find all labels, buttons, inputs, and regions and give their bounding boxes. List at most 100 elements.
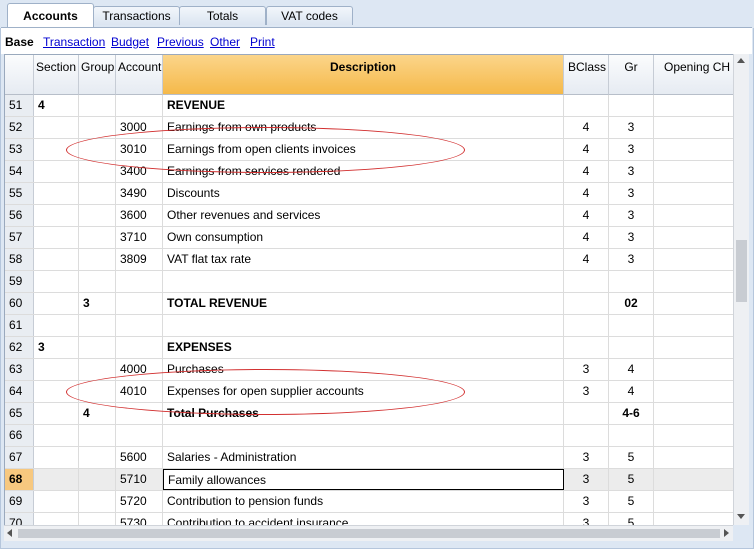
account-cell[interactable]: 5710: [116, 469, 163, 490]
opening-cell[interactable]: [654, 315, 734, 336]
gr-cell[interactable]: 5: [609, 491, 654, 512]
description-cell[interactable]: Family allowances: [163, 469, 564, 490]
bclass-cell[interactable]: 3: [564, 469, 609, 490]
bclass-cell[interactable]: 3: [564, 491, 609, 512]
group-cell[interactable]: [79, 227, 116, 248]
description-cell[interactable]: Other revenues and services: [163, 205, 564, 226]
opening-cell[interactable]: [654, 381, 734, 402]
description-cell[interactable]: Earnings from services rendered: [163, 161, 564, 182]
table-row[interactable]: 63 4000 Purchases 3 4: [5, 359, 734, 381]
group-cell[interactable]: [79, 161, 116, 182]
bclass-cell[interactable]: 3: [564, 381, 609, 402]
description-cell[interactable]: VAT flat tax rate: [163, 249, 564, 270]
description-cell[interactable]: Earnings from own products: [163, 117, 564, 138]
gr-cell[interactable]: [609, 337, 654, 358]
section-cell[interactable]: [34, 359, 79, 380]
view-other[interactable]: Other: [210, 35, 240, 49]
account-cell[interactable]: [116, 293, 163, 314]
opening-cell[interactable]: [654, 337, 734, 358]
group-cell[interactable]: [79, 249, 116, 270]
table-row[interactable]: 65 4 Total Purchases 4-6: [5, 403, 734, 425]
scroll-left-icon[interactable]: [7, 529, 12, 537]
horizontal-scroll-thumb[interactable]: [18, 529, 720, 538]
bclass-cell[interactable]: 3: [564, 359, 609, 380]
table-row[interactable]: 60 3 TOTAL REVENUE 02: [5, 293, 734, 315]
view-base[interactable]: Base: [5, 35, 34, 49]
description-cell[interactable]: [163, 315, 564, 336]
bclass-cell[interactable]: 3: [564, 447, 609, 468]
header-bclass[interactable]: BClass: [564, 55, 609, 95]
opening-cell[interactable]: [654, 139, 734, 160]
bclass-cell[interactable]: [564, 293, 609, 314]
group-cell[interactable]: [79, 337, 116, 358]
account-cell[interactable]: 3010: [116, 139, 163, 160]
opening-cell[interactable]: [654, 403, 734, 424]
header-section[interactable]: Section: [34, 55, 79, 95]
account-cell[interactable]: [116, 337, 163, 358]
table-row[interactable]: 56 3600 Other revenues and services 4 3: [5, 205, 734, 227]
section-cell[interactable]: [34, 183, 79, 204]
table-row[interactable]: 55 3490 Discounts 4 3: [5, 183, 734, 205]
account-cell[interactable]: 5720: [116, 491, 163, 512]
section-cell[interactable]: [34, 227, 79, 248]
gr-cell[interactable]: 3: [609, 161, 654, 182]
section-cell[interactable]: [34, 271, 79, 292]
tab-totals[interactable]: Totals: [179, 6, 266, 25]
table-row[interactable]: 58 3809 VAT flat tax rate 4 3: [5, 249, 734, 271]
opening-cell[interactable]: [654, 161, 734, 182]
group-cell[interactable]: [79, 491, 116, 512]
account-cell[interactable]: [116, 271, 163, 292]
table-row[interactable]: 62 3 EXPENSES: [5, 337, 734, 359]
group-cell[interactable]: 3: [79, 293, 116, 314]
gr-cell[interactable]: [609, 425, 654, 446]
section-cell[interactable]: [34, 447, 79, 468]
group-cell[interactable]: [79, 205, 116, 226]
group-cell[interactable]: [79, 271, 116, 292]
bclass-cell[interactable]: [564, 403, 609, 424]
description-cell[interactable]: Discounts: [163, 183, 564, 204]
group-cell[interactable]: [79, 447, 116, 468]
gr-cell[interactable]: 5: [609, 469, 654, 490]
section-cell[interactable]: [34, 381, 79, 402]
gr-cell[interactable]: 3: [609, 205, 654, 226]
opening-cell[interactable]: [654, 183, 734, 204]
section-cell[interactable]: [34, 161, 79, 182]
table-row[interactable]: 57 3710 Own consumption 4 3: [5, 227, 734, 249]
table-row[interactable]: 64 4010 Expenses for open supplier account…: [5, 381, 734, 403]
group-cell[interactable]: [79, 95, 116, 116]
bclass-cell[interactable]: 4: [564, 183, 609, 204]
account-cell[interactable]: 5600: [116, 447, 163, 468]
description-cell[interactable]: Salaries - Administration: [163, 447, 564, 468]
opening-cell[interactable]: [654, 359, 734, 380]
opening-cell[interactable]: [654, 469, 734, 490]
account-cell[interactable]: [116, 425, 163, 446]
opening-cell[interactable]: [654, 205, 734, 226]
vertical-scrollbar[interactable]: [733, 54, 749, 525]
account-cell[interactable]: 3000: [116, 117, 163, 138]
opening-cell[interactable]: [654, 425, 734, 446]
tab-vat-codes[interactable]: VAT codes: [266, 6, 353, 25]
gr-cell[interactable]: 3: [609, 249, 654, 270]
view-previous[interactable]: Previous: [157, 35, 204, 49]
group-cell[interactable]: [79, 381, 116, 402]
description-cell[interactable]: Contribution to pension funds: [163, 491, 564, 512]
opening-cell[interactable]: [654, 249, 734, 270]
table-row[interactable]: 51 4 REVENUE: [5, 95, 734, 117]
account-cell[interactable]: 4000: [116, 359, 163, 380]
account-cell[interactable]: [116, 95, 163, 116]
section-cell[interactable]: 3: [34, 337, 79, 358]
description-cell[interactable]: Purchases: [163, 359, 564, 380]
section-cell[interactable]: [34, 469, 79, 490]
account-cell[interactable]: 3600: [116, 205, 163, 226]
view-transaction[interactable]: Transaction: [43, 35, 105, 49]
header-opening[interactable]: Opening CH: [654, 55, 734, 95]
opening-cell[interactable]: [654, 95, 734, 116]
bclass-cell[interactable]: [564, 337, 609, 358]
header-gr[interactable]: Gr: [609, 55, 654, 95]
group-cell[interactable]: [79, 183, 116, 204]
gr-cell[interactable]: 3: [609, 227, 654, 248]
gr-cell[interactable]: 4: [609, 381, 654, 402]
gr-cell[interactable]: 4-6: [609, 403, 654, 424]
description-cell[interactable]: TOTAL REVENUE: [163, 293, 564, 314]
scroll-up-icon[interactable]: [737, 58, 745, 63]
